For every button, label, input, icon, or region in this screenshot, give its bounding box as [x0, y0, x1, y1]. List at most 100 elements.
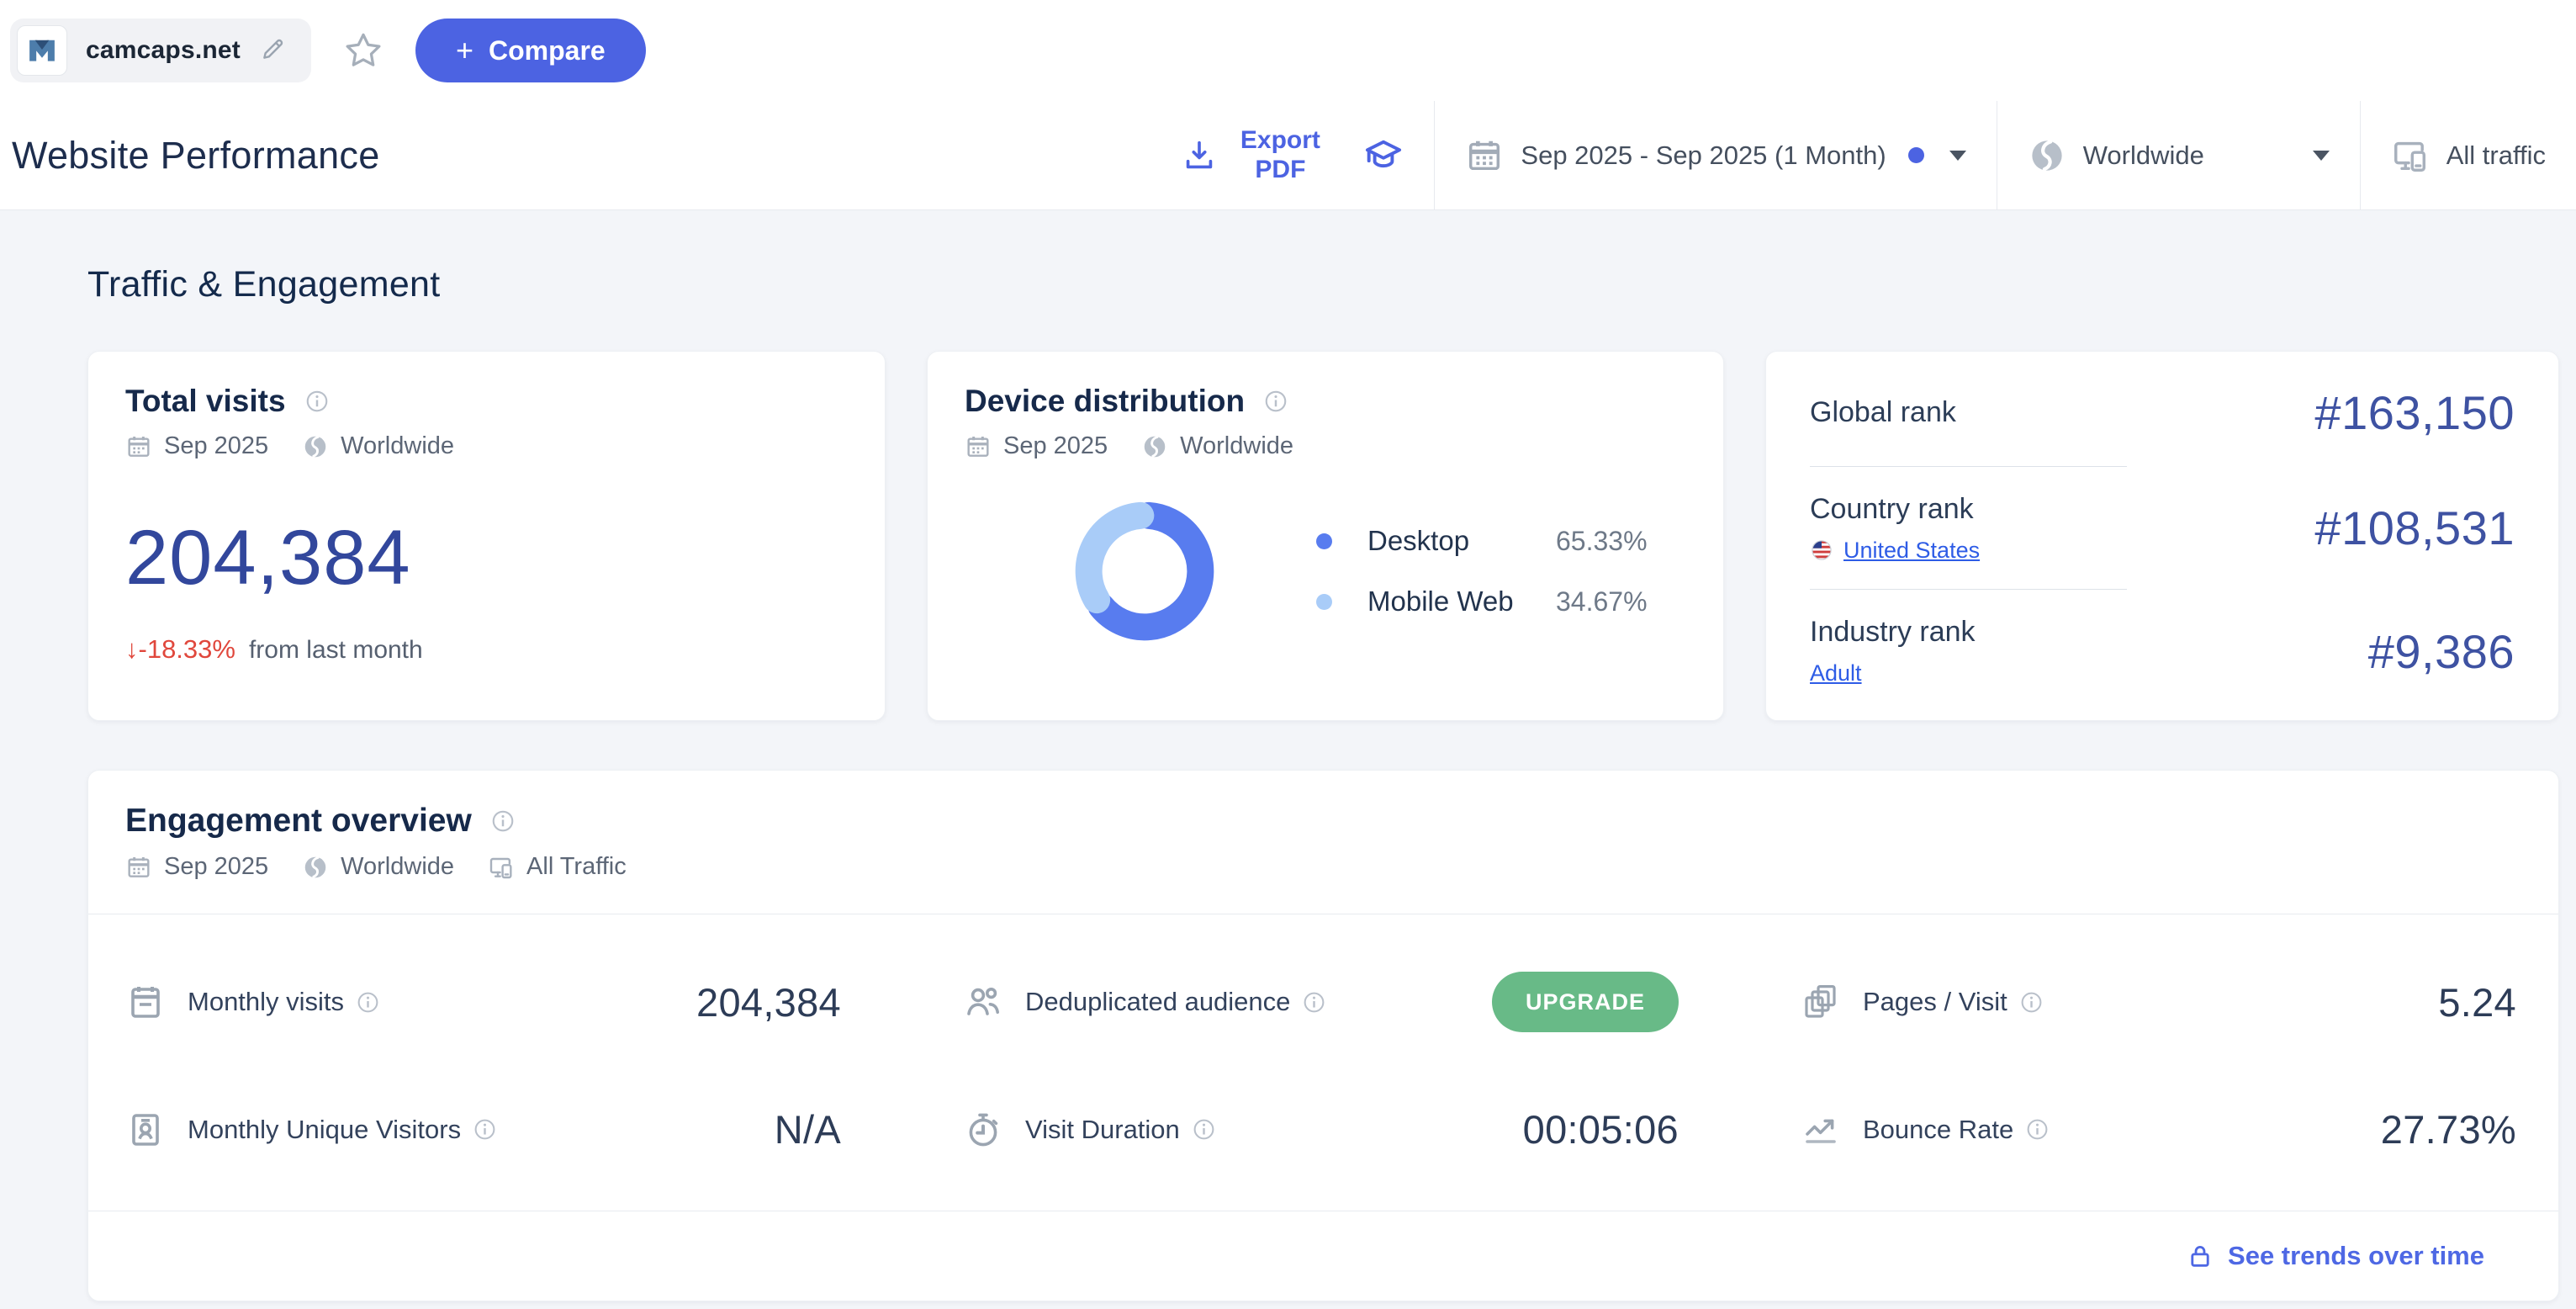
date-range-label: Sep 2025 - Sep 2025 (1 Month): [1521, 140, 1886, 171]
metric-value: 27.73%: [2381, 1106, 2516, 1153]
total-visits-card: Total visits Sep 2025 Worldwide 204,384 …: [87, 351, 886, 721]
device-distribution-title: Device distribution: [965, 384, 1245, 419]
domain-name: camcaps.net: [86, 36, 241, 65]
global-rank-row: Global rank #163,150: [1810, 385, 2515, 440]
country-filter-label: Worldwide: [2083, 140, 2204, 171]
metric-monthly-unique-visitors: Monthly Unique Visitors N/A: [125, 1106, 841, 1153]
site-favicon: [17, 25, 67, 76]
calendar-icon: [125, 982, 166, 1022]
academy-icon[interactable]: [1353, 101, 1434, 209]
metric-value: 5.24: [2438, 979, 2516, 1025]
traffic-filter[interactable]: All traffic: [2360, 101, 2576, 209]
legend-value: 34.67%: [1556, 586, 1648, 617]
metric-pages-per-visit: Pages / Visit 5.24: [1801, 972, 2516, 1032]
info-icon[interactable]: [2025, 1117, 2050, 1142]
export-pdf-button[interactable]: Export PDF: [1156, 101, 1353, 209]
metric-label: Monthly visits: [188, 987, 344, 1017]
divider: [1810, 466, 2127, 467]
global-rank-value: #163,150: [2314, 385, 2515, 440]
compare-label: Compare: [489, 35, 606, 66]
industry-rank-label: Industry rank: [1810, 616, 1976, 649]
site-logo-icon: [24, 33, 60, 68]
info-icon[interactable]: [2019, 990, 2044, 1015]
engagement-metrics-grid: Monthly visits 204,384 Deduplicated audi…: [88, 914, 2558, 1211]
card-scope: Worldwide: [341, 853, 454, 881]
calendar-icon: [125, 433, 152, 460]
info-icon[interactable]: [1302, 990, 1326, 1015]
edit-domain-icon[interactable]: [259, 34, 288, 67]
main-content: Traffic & Engagement Total visits Sep 20…: [0, 210, 2576, 1301]
donut-mobile-segment: [1089, 516, 1141, 600]
country-rank-value: #108,531: [2314, 501, 2515, 555]
see-trends-label: See trends over time: [2228, 1241, 2484, 1271]
info-icon[interactable]: [1192, 1117, 1216, 1142]
section-title: Traffic & Engagement: [87, 264, 2576, 305]
legend-label: Mobile Web: [1367, 586, 1532, 617]
compare-button[interactable]: + Compare: [415, 19, 646, 82]
industry-rank-value: #9,386: [2368, 624, 2515, 679]
total-visits-title: Total visits: [125, 384, 286, 419]
engagement-title: Engagement overview: [125, 803, 472, 840]
mobile-dot-icon: [1316, 594, 1332, 610]
us-flag-icon: [1810, 538, 1833, 562]
devices-icon: [488, 854, 515, 881]
traffic-filter-label: All traffic: [2446, 140, 2546, 171]
date-range-picker[interactable]: Sep 2025 - Sep 2025 (1 Month): [1434, 101, 1996, 209]
metric-value: 00:05:06: [1523, 1106, 1679, 1153]
legend-label: Desktop: [1367, 525, 1532, 557]
upgrade-button[interactable]: UPGRADE: [1492, 972, 1679, 1032]
engagement-overview-card: Engagement overview Sep 2025 Worldwide: [87, 770, 2559, 1301]
metric-bounce-rate: Bounce Rate 27.73%: [1801, 1106, 2516, 1153]
header-controls: Export PDF Sep 2025 - Sep 2025 (1 Month): [1156, 101, 2576, 209]
device-donut-chart: [1072, 499, 1217, 644]
country-filter[interactable]: Worldwide: [1997, 101, 2360, 209]
country-rank-link[interactable]: United States: [1843, 538, 1980, 564]
metric-label: Pages / Visit: [1863, 987, 2007, 1017]
divider: [1810, 589, 2127, 590]
summary-cards-row: Total visits Sep 2025 Worldwide 204,384 …: [87, 351, 2559, 721]
country-rank-row: Country rank United States: [1810, 493, 2515, 564]
stopwatch-icon: [963, 1110, 1003, 1150]
calendar-icon: [1465, 136, 1504, 175]
download-icon: [1180, 136, 1219, 175]
card-traffic: All Traffic: [526, 853, 627, 881]
desktop-dot-icon: [1316, 533, 1332, 549]
ranks-card: Global rank #163,150 Country rank: [1765, 351, 2559, 721]
lock-icon: [2186, 1242, 2214, 1270]
legend-row-desktop: Desktop 65.33%: [1316, 525, 1648, 557]
info-icon[interactable]: [1263, 389, 1288, 414]
devices-icon: [2391, 136, 2430, 175]
pages-icon: [1801, 982, 1841, 1022]
metric-monthly-visits: Monthly visits 204,384: [125, 972, 841, 1032]
metric-label: Bounce Rate: [1863, 1115, 2013, 1145]
topbar: camcaps.net + Compare: [0, 0, 2576, 101]
info-icon[interactable]: [473, 1117, 497, 1142]
id-card-icon: [125, 1110, 166, 1150]
card-date: Sep 2025: [1003, 432, 1108, 460]
bounce-rate-icon: [1801, 1110, 1841, 1150]
info-icon[interactable]: [304, 389, 330, 414]
globe-icon: [2028, 136, 2066, 175]
plus-icon: +: [456, 35, 473, 66]
info-icon[interactable]: [490, 808, 516, 834]
metric-label: Monthly Unique Visitors: [188, 1115, 461, 1145]
metric-deduplicated-audience: Deduplicated audience UPGRADE: [963, 972, 1679, 1032]
industry-rank-row: Industry rank Adult #9,386: [1810, 616, 2515, 686]
metric-label: Deduplicated audience: [1025, 987, 1290, 1017]
page-header: Website Performance Export PDF: [0, 101, 2576, 210]
domain-pill[interactable]: camcaps.net: [10, 19, 311, 82]
card-scope: Worldwide: [1180, 432, 1293, 460]
page-title: Website Performance: [0, 101, 1156, 209]
favorite-star-icon[interactable]: [341, 29, 385, 72]
globe-icon: [302, 433, 329, 460]
chevron-down-icon: [1949, 151, 1966, 161]
info-icon[interactable]: [356, 990, 380, 1015]
total-visits-value: 204,384: [125, 514, 848, 602]
audience-icon: [963, 982, 1003, 1022]
see-trends-link[interactable]: See trends over time: [88, 1211, 2558, 1301]
metric-value: 204,384: [696, 979, 841, 1025]
industry-rank-link[interactable]: Adult: [1810, 660, 1862, 686]
globe-icon: [302, 854, 329, 881]
device-distribution-card: Device distribution Sep 2025 Worldwide: [927, 351, 1724, 721]
export-pdf-label: Export PDF: [1230, 126, 1330, 184]
